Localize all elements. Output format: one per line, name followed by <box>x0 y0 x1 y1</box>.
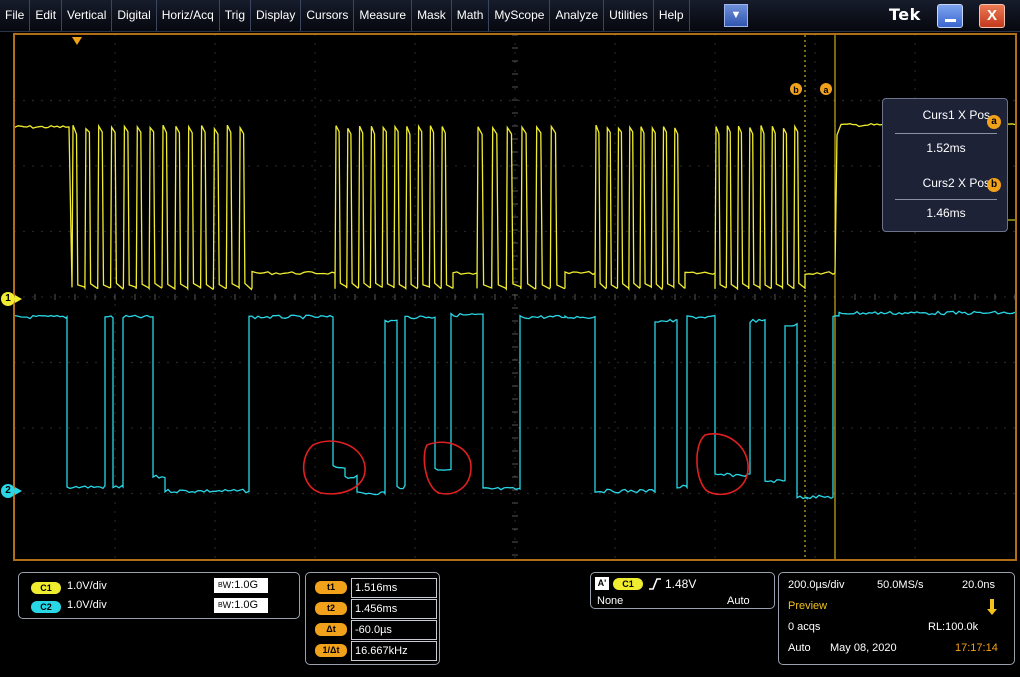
trigger-coupling: None <box>597 595 624 607</box>
cursor-t1-row[interactable]: t1 1.516ms <box>306 577 437 598</box>
ch2-waveform <box>15 310 1015 500</box>
trigger-level: 1.48V <box>665 577 697 591</box>
ch1-badge[interactable]: C1 <box>31 582 61 594</box>
trigger-mode: Auto <box>727 595 750 607</box>
cursor-delta-row[interactable]: Δt -60.0µs <box>306 619 437 640</box>
trigger-panel[interactable]: A' C1 1.48V None Auto <box>590 572 775 609</box>
minimize-button[interactable] <box>937 4 963 28</box>
annotation-circles <box>302 433 749 496</box>
t1-badge: t1 <box>315 581 347 594</box>
acquisition-mode: Auto <box>788 642 811 654</box>
ch1-bandwidth[interactable]: BW:1.0G <box>214 578 268 593</box>
menu-item-utilities[interactable]: Utilities <box>604 0 654 31</box>
inverse-delta-t-badge: 1/Δt <box>315 644 347 657</box>
cursor-a-tag[interactable]: a <box>820 83 832 95</box>
trigger-arm-icon <box>987 599 997 615</box>
menu-item-math[interactable]: Math <box>452 0 490 31</box>
ch2-bandwidth[interactable]: BW:1.0G <box>214 598 268 613</box>
acquisition-date: May 08, 2020 <box>830 642 897 654</box>
menu-item-trig[interactable]: Trig <box>220 0 251 31</box>
annotation-circle-1 <box>302 440 366 495</box>
trigger-source-badge: C1 <box>613 578 643 590</box>
annotation-circle-2 <box>423 441 472 495</box>
menu-bar: File Edit Vertical Digital Horiz/Acq Trig Disp… <box>0 0 1020 32</box>
ch2-badge[interactable]: C2 <box>31 601 61 613</box>
menu-item-mask[interactable]: Mask <box>412 0 452 31</box>
acquisition-count: 0 acqs <box>788 621 821 633</box>
time-cursor-panel[interactable]: t1 1.516ms t2 1.456ms Δt -60.0µs 1/Δt 16… <box>305 572 440 665</box>
curs1-label: Curs1 X Pos <box>922 108 990 122</box>
waveform-display[interactable]: b a Curs1 X Pos a 1.52ms Curs2 X Pos b 1… <box>13 33 1017 561</box>
readout-divider <box>895 199 997 200</box>
menu-item-display[interactable]: Display <box>251 0 302 31</box>
t1-value: 1.516ms <box>351 578 437 598</box>
inverse-delta-t-value: 16.667kHz <box>351 641 437 661</box>
menu-item-measure[interactable]: Measure <box>354 0 413 31</box>
curs1-badge: a <box>987 115 1001 129</box>
acquisition-status: Preview <box>788 600 828 612</box>
ch2-ground-marker[interactable]: 2 <box>1 484 15 498</box>
waveform-canvas: b a <box>15 35 1015 559</box>
menu-dropdown-button[interactable]: ▼ <box>724 4 748 27</box>
resolution: 20.0ns <box>962 579 996 591</box>
channel-panel[interactable]: C1 1.0V/div BW:1.0G C2 1.0V/div BW:1.0G <box>18 572 300 619</box>
cursor-b-tag-label: b <box>793 85 799 95</box>
ch2-arrow-icon <box>15 487 22 495</box>
sample-rate: 50.0MS/s <box>877 579 924 591</box>
curs2-value: 1.46ms <box>926 206 966 220</box>
menu-item-digital[interactable]: Digital <box>112 0 157 31</box>
menu-item-help[interactable]: Help <box>654 0 690 31</box>
t2-badge: t2 <box>315 602 347 615</box>
menu-item-analyze[interactable]: Analyze <box>550 0 605 31</box>
acquisition-panel[interactable]: 200.0µs/div 50.0MS/s 20.0ns Preview 0 ac… <box>778 572 1015 665</box>
rising-edge-icon <box>649 578 661 590</box>
cursor-freq-row[interactable]: 1/Δt 16.667kHz <box>306 640 437 661</box>
cursor-readout-panel[interactable]: Curs1 X Pos a 1.52ms Curs2 X Pos b 1.46m… <box>882 98 1008 232</box>
menu-item-horiz-acq[interactable]: Horiz/Acq <box>157 0 220 31</box>
chevron-down-icon: ▼ <box>730 9 742 21</box>
delta-t-badge: Δt <box>315 623 347 636</box>
cursor-t2-row[interactable]: t2 1.456ms <box>306 598 437 619</box>
menu-items: File Edit Vertical Digital Horiz/Acq Trig Disp… <box>0 0 690 31</box>
ch2-scale[interactable]: 1.0V/div <box>67 599 107 611</box>
trigger-position-marker <box>72 37 82 45</box>
curs2-badge: b <box>987 178 1001 192</box>
menu-item-vertical[interactable]: Vertical <box>62 0 113 31</box>
trigger-a-badge: A' <box>595 577 609 590</box>
timebase: 200.0µs/div <box>788 579 845 591</box>
brand-logo: Tek <box>889 5 921 24</box>
ch1-ground-marker[interactable]: 1 <box>1 292 15 306</box>
close-button[interactable]: X <box>979 4 1005 28</box>
t2-value: 1.456ms <box>351 599 437 619</box>
readout-divider <box>895 133 997 134</box>
curs2-label: Curs2 X Pos <box>922 176 990 190</box>
cursor-lines[interactable] <box>804 35 836 559</box>
record-length: RL:100.0k <box>928 621 979 633</box>
annotation-circle-3 <box>696 433 749 496</box>
cursor-b-tag[interactable]: b <box>790 83 802 95</box>
menu-item-cursors[interactable]: Cursors <box>301 0 355 31</box>
ch1-scale[interactable]: 1.0V/div <box>67 580 107 592</box>
delta-t-value: -60.0µs <box>351 620 437 640</box>
menu-item-edit[interactable]: Edit <box>30 0 63 31</box>
menu-item-myscope[interactable]: MyScope <box>489 0 551 31</box>
menu-item-file[interactable]: File <box>0 0 31 31</box>
close-icon: X <box>986 7 997 24</box>
curs1-value: 1.52ms <box>926 141 966 155</box>
acquisition-time: 17:17:14 <box>955 642 998 654</box>
ch1-arrow-icon <box>15 295 22 303</box>
minimize-icon <box>945 19 956 22</box>
